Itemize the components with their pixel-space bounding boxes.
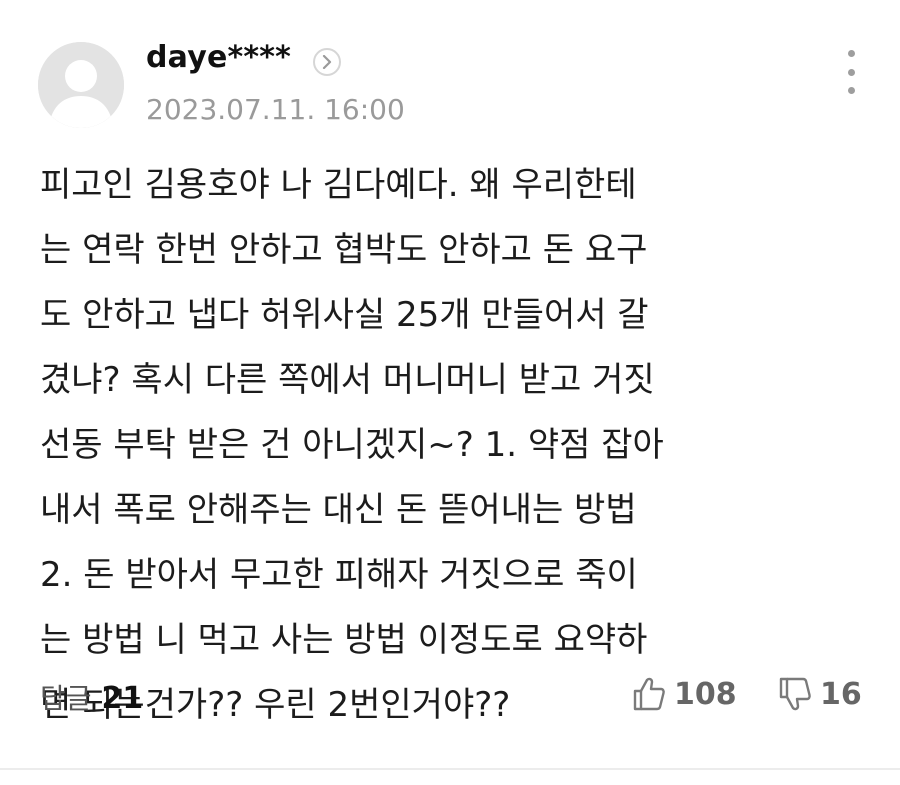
comment-body-line: 겼냐? 혹시 다른 쪽에서 머니머니 받고 거짓 — [40, 360, 655, 400]
comment-body-line: 는 연락 한번 안하고 협박도 안하고 돈 요구 — [40, 230, 648, 270]
like-count: 108 — [674, 676, 737, 712]
default-user-avatar-icon — [38, 42, 124, 128]
thumbs-up-icon — [633, 677, 665, 711]
avatar[interactable] — [38, 42, 124, 128]
comment-body-line: 내서 폭로 안해주는 대신 돈 뜯어내는 방법 — [40, 490, 637, 530]
more-options-button[interactable] — [838, 50, 864, 94]
comment-body-line: 2. 돈 받아서 무고한 피해자 거짓으로 죽이 — [40, 555, 638, 595]
comment-body-line: 피고인 김용호야 나 김다예다. 왜 우리한테 — [40, 165, 637, 205]
dislike-button[interactable]: 16 — [778, 676, 862, 712]
profile-link-button[interactable] — [313, 48, 341, 76]
username[interactable]: daye**** — [146, 40, 291, 75]
reply-button[interactable]: 답글 21 — [40, 677, 143, 717]
comment-body: 피고인 김용호야 나 김다예다. 왜 우리한테 는 연락 한번 안하고 협박도 … — [40, 153, 840, 738]
dislike-count: 16 — [820, 676, 862, 712]
comment-body-line: 는 방법 니 먹고 사는 방법 이정도로 요약하 — [40, 620, 648, 660]
comment-timestamp: 2023.07.11. 16:00 — [146, 93, 405, 126]
comment-item: daye**** 2023.07.11. 16:00 피고인 김용호야 나 김다… — [0, 0, 900, 785]
comment-body-line: 선동 부탁 받은 건 아니겠지~? 1. 약점 잡아 — [40, 425, 664, 465]
reply-label: 답글 — [40, 682, 92, 715]
reply-count: 21 — [101, 681, 144, 716]
comment-body-line: 도 안하고 냅다 허위사실 25개 만들어서 갈 — [40, 295, 649, 335]
divider — [0, 768, 900, 770]
chevron-right-icon — [322, 55, 332, 69]
thumbs-down-icon — [779, 677, 811, 711]
like-button[interactable]: 108 — [632, 676, 737, 712]
more-vertical-icon — [847, 50, 855, 57]
